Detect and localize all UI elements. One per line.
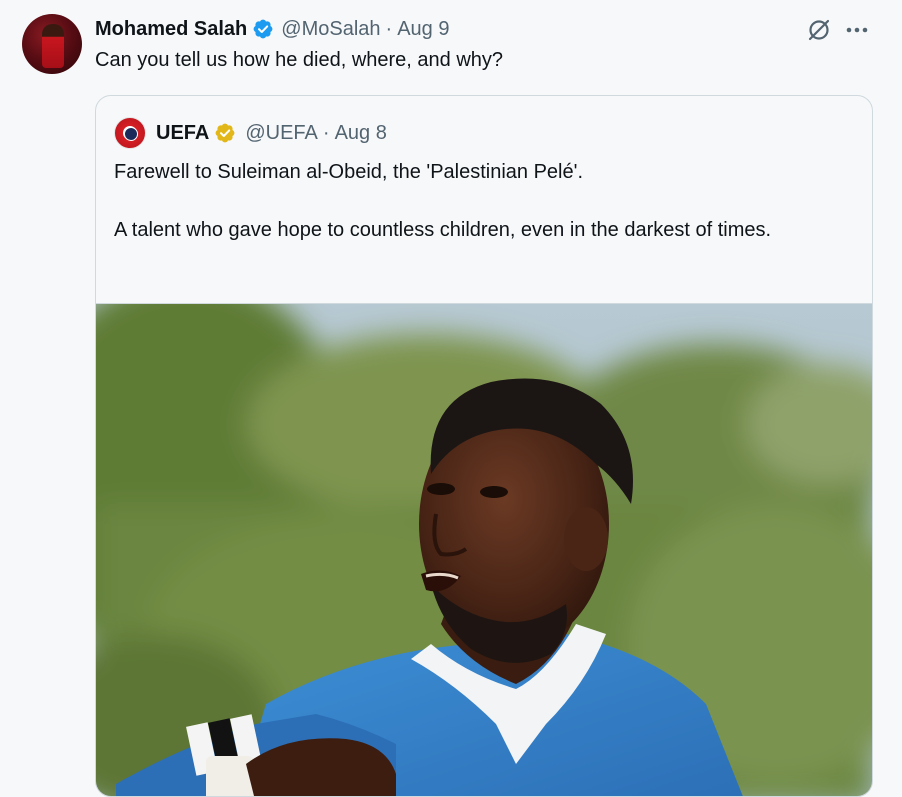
- quoted-author-handle[interactable]: @UEFA: [245, 122, 318, 145]
- tweet-photo[interactable]: [96, 303, 872, 796]
- author-handle[interactable]: @MoSalah: [281, 18, 380, 41]
- verified-gold-badge-icon[interactable]: [214, 122, 236, 144]
- author-name[interactable]: Mohamed Salah: [95, 18, 247, 41]
- tweet-text: Can you tell us how he died, where, and …: [95, 49, 504, 71]
- author-avatar[interactable]: [22, 14, 82, 74]
- quoted-tweet-text: Farewell to Suleiman al-Obeid, the 'Pale…: [114, 158, 844, 245]
- verified-badge-icon[interactable]: [252, 18, 274, 40]
- more-options-icon[interactable]: [842, 17, 872, 43]
- quoted-tweet-header: UEFA @UEFA · Aug 8: [114, 117, 387, 149]
- quoted-author-name[interactable]: UEFA: [156, 122, 209, 145]
- grok-icon[interactable]: [806, 17, 832, 43]
- quoted-paragraph: Farewell to Suleiman al-Obeid, the 'Pale…: [114, 161, 583, 183]
- separator-dot: ·: [385, 17, 393, 40]
- uefa-avatar[interactable]: [114, 117, 146, 149]
- tweet-date[interactable]: Aug 9: [397, 18, 449, 41]
- separator-dot: ·: [322, 121, 330, 144]
- tweet[interactable]: Mohamed Salah @MoSalah · Aug 9 Can you t…: [0, 0, 902, 797]
- tweet-header: Mohamed Salah @MoSalah · Aug 9: [95, 16, 449, 42]
- quoted-paragraph: A talent who gave hope to countless chil…: [114, 219, 772, 241]
- quoted-tweet-date[interactable]: Aug 8: [335, 122, 387, 145]
- quoted-tweet[interactable]: UEFA @UEFA · Aug 8 Farewell to Suleiman …: [95, 95, 873, 797]
